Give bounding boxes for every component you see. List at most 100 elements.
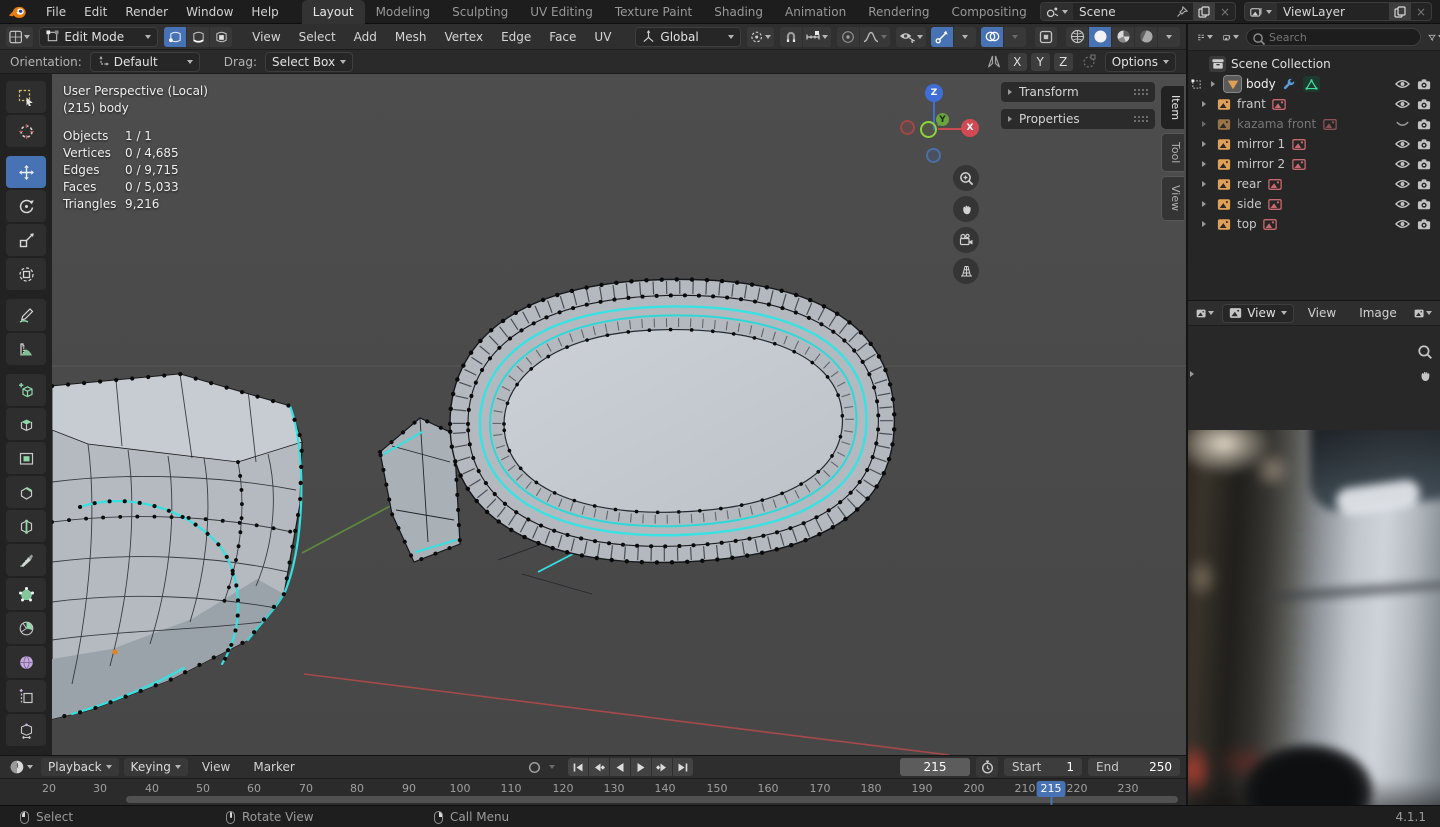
expand-icon[interactable] <box>1202 161 1206 167</box>
mode-dropdown[interactable]: Edit Mode <box>39 26 159 47</box>
menu-select[interactable]: Select <box>291 28 344 46</box>
shading-rendered-button[interactable] <box>1135 26 1157 47</box>
unlink-scene-button[interactable]: × <box>1215 5 1235 19</box>
outliner-row-mirror-2[interactable]: mirror 2 <box>1188 154 1440 174</box>
expand-icon[interactable] <box>1202 201 1206 207</box>
new-scene-button[interactable] <box>1192 3 1215 20</box>
outliner-filter-button[interactable] <box>1425 27 1440 47</box>
face-select-button[interactable] <box>210 26 233 47</box>
outliner-row-side[interactable]: side <box>1188 194 1440 214</box>
gizmo-minus-z-axis[interactable] <box>926 148 941 163</box>
scene-name[interactable]: Scene <box>1073 5 1171 19</box>
disable-render-icon[interactable] <box>1417 78 1432 91</box>
hidden-eye-closed-icon[interactable] <box>1395 118 1410 130</box>
tool-smooth-button[interactable] <box>6 646 46 678</box>
vertex-select-button[interactable] <box>164 26 187 47</box>
play-button[interactable] <box>630 758 651 776</box>
expand-icon[interactable] <box>1202 221 1206 227</box>
image-data-icon[interactable] <box>1267 196 1284 212</box>
tab-shading[interactable]: Shading <box>703 0 774 24</box>
image-editor-body[interactable] <box>1188 326 1440 805</box>
menu-edge[interactable]: Edge <box>493 28 539 46</box>
tool-cursor-button[interactable] <box>6 115 46 147</box>
gizmos-toggle-button[interactable] <box>931 26 953 47</box>
orientation-select[interactable]: Default <box>89 51 200 72</box>
tool-extrude-button[interactable] <box>6 408 46 440</box>
pan-button[interactable] <box>953 196 979 222</box>
tool-tweak-button[interactable] <box>6 81 46 113</box>
mesh-data-icon[interactable] <box>1302 76 1320 92</box>
hide-viewport-icon[interactable] <box>1395 218 1410 230</box>
shading-solid-button[interactable] <box>1089 26 1111 47</box>
tool-move-button[interactable] <box>6 156 46 188</box>
toggle-ortho-button[interactable] <box>953 258 979 284</box>
drag-select[interactable]: Select Box <box>264 51 354 72</box>
jump-to-start-button[interactable] <box>567 758 588 776</box>
tool-inset-button[interactable] <box>6 442 46 474</box>
end-frame-field[interactable]: End 250 <box>1088 758 1180 776</box>
disable-render-icon[interactable] <box>1417 218 1432 231</box>
browse-image-button[interactable] <box>1411 303 1435 323</box>
edge-select-button[interactable] <box>187 26 210 47</box>
transform-panel-header[interactable]: Transform <box>1001 82 1155 102</box>
reference-image[interactable] <box>1188 430 1440 805</box>
hide-viewport-icon[interactable] <box>1395 138 1410 150</box>
tool-bevel-button[interactable] <box>6 476 46 508</box>
disable-render-icon[interactable] <box>1417 138 1432 151</box>
modifier-wrench-icon[interactable] <box>1281 76 1298 92</box>
gizmo-z-axis[interactable]: Z <box>925 84 943 102</box>
image-menu-view[interactable]: View <box>1299 304 1345 322</box>
next-keyframe-button[interactable] <box>651 758 672 776</box>
outliner-row-mirror-1[interactable]: mirror 1 <box>1188 134 1440 154</box>
image-mode-dropdown[interactable]: View <box>1222 303 1294 323</box>
start-frame-field[interactable]: Start 1 <box>1004 758 1082 776</box>
hide-viewport-icon[interactable] <box>1395 158 1410 170</box>
hide-viewport-icon[interactable] <box>1395 98 1410 110</box>
hide-viewport-icon[interactable] <box>1395 178 1410 190</box>
car-body-mesh[interactable] <box>52 371 305 722</box>
gizmos-settings-button[interactable] <box>954 26 976 47</box>
viewlayer-browse-button[interactable] <box>1245 3 1277 20</box>
tool-rotate-button[interactable] <box>6 190 46 222</box>
zoom-icon[interactable] <box>1417 344 1433 360</box>
timeline-ruler[interactable]: 20 30 40 50 60 70 80 90 100 110 120 130 … <box>0 779 1186 805</box>
image-menu-image[interactable]: Image <box>1350 304 1406 322</box>
shading-wireframe-button[interactable] <box>1066 26 1088 47</box>
scene-browse-button[interactable] <box>1041 3 1073 20</box>
viewport-3d[interactable]: User Perspective (Local) (215) body Obje… <box>52 74 1186 755</box>
hide-viewport-icon[interactable] <box>1395 198 1410 210</box>
tab-texture-paint[interactable]: Texture Paint <box>604 0 703 24</box>
jump-to-end-button[interactable] <box>672 758 693 776</box>
timeline-playhead[interactable]: 215 <box>1036 781 1066 797</box>
menu-edit[interactable]: Edit <box>75 3 116 21</box>
gizmo-y-axis[interactable]: Y <box>936 113 949 126</box>
menu-face[interactable]: Face <box>541 28 584 46</box>
snap-settings-button[interactable] <box>802 26 831 47</box>
tab-item[interactable]: Item <box>1161 86 1184 130</box>
menu-view[interactable]: View <box>244 28 288 46</box>
mirror-mesh[interactable] <box>377 277 897 595</box>
show-gizmo-dropdown[interactable] <box>896 26 926 47</box>
image-data-icon[interactable] <box>1321 116 1338 132</box>
gizmo-x-axis[interactable]: X <box>961 119 979 137</box>
shading-material-button[interactable] <box>1112 26 1134 47</box>
menu-help[interactable]: Help <box>242 3 287 21</box>
tool-knife-button[interactable] <box>6 544 46 576</box>
tool-poly-build-button[interactable] <box>6 578 46 610</box>
zoom-button[interactable] <box>953 165 979 191</box>
mirror-y-button[interactable]: Y <box>1030 52 1050 71</box>
mirror-x-button[interactable]: X <box>1007 52 1027 71</box>
display-mode-button[interactable] <box>1194 27 1216 47</box>
scene-collection-row[interactable]: Scene Collection <box>1188 54 1440 74</box>
disable-render-icon[interactable] <box>1417 118 1432 131</box>
new-viewlayer-button[interactable] <box>1388 3 1411 20</box>
tab-view[interactable]: View <box>1161 176 1184 221</box>
auto-keying-button[interactable] <box>524 757 546 777</box>
hide-viewport-icon[interactable] <box>1395 78 1410 90</box>
expand-icon[interactable] <box>1211 81 1215 87</box>
use-preview-range-button[interactable] <box>976 757 998 777</box>
image-editor-type-button[interactable] <box>1193 303 1217 323</box>
viewlayer-name[interactable]: ViewLayer <box>1277 5 1389 19</box>
timeline-menu-view[interactable]: View <box>193 758 239 776</box>
disable-render-icon[interactable] <box>1417 158 1432 171</box>
